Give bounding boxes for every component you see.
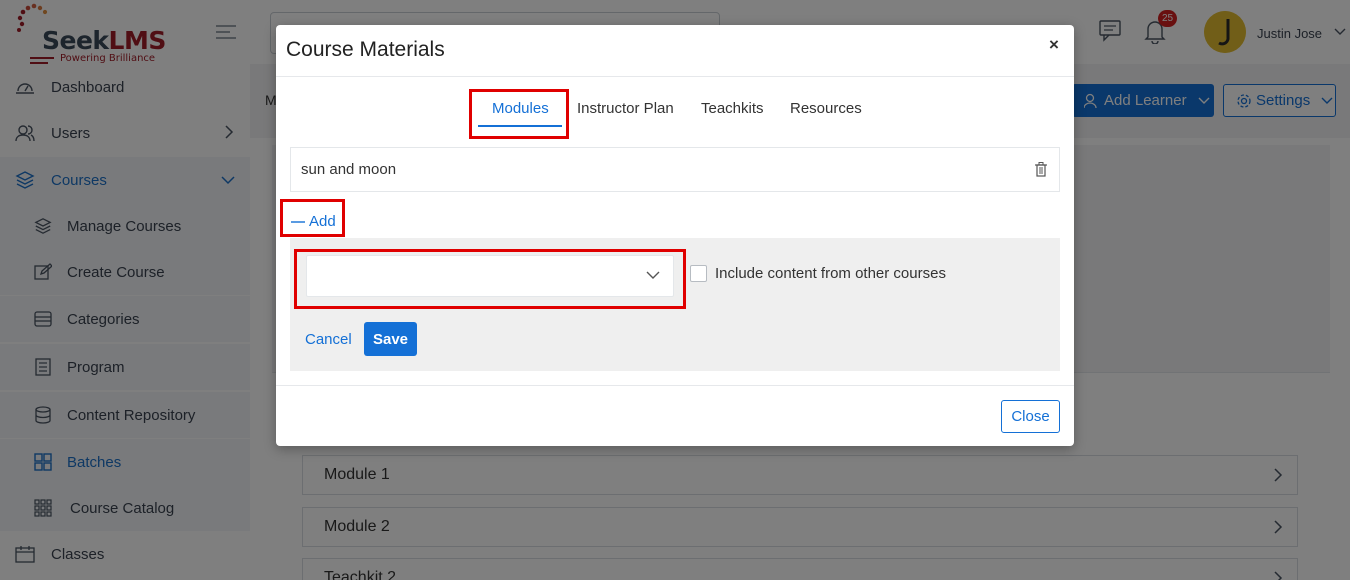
- include-other-courses-label[interactable]: Include content from other courses: [715, 265, 946, 282]
- save-button[interactable]: Save: [364, 322, 417, 356]
- include-other-courses-checkbox[interactable]: [690, 265, 707, 282]
- cancel-button[interactable]: Cancel: [305, 331, 352, 348]
- course-materials-modal: Course Materials × Modules Instructor Pl…: [276, 25, 1074, 446]
- list-item[interactable]: sun and moon: [290, 147, 1060, 192]
- close-icon[interactable]: ×: [1049, 35, 1059, 55]
- tab-instructor-plan[interactable]: Instructor Plan: [577, 100, 674, 117]
- material-name: sun and moon: [301, 161, 397, 178]
- modal-title: Course Materials: [286, 38, 445, 61]
- tab-resources[interactable]: Resources: [790, 100, 862, 117]
- close-button[interactable]: Close: [1001, 400, 1060, 433]
- highlight-box: [280, 199, 345, 237]
- modal-header: Course Materials ×: [276, 25, 1074, 77]
- trash-icon[interactable]: [1035, 162, 1047, 177]
- divider: [276, 385, 1074, 386]
- highlight-box: [469, 89, 569, 139]
- tab-teachkits[interactable]: Teachkits: [701, 100, 764, 117]
- highlight-box: [294, 249, 686, 309]
